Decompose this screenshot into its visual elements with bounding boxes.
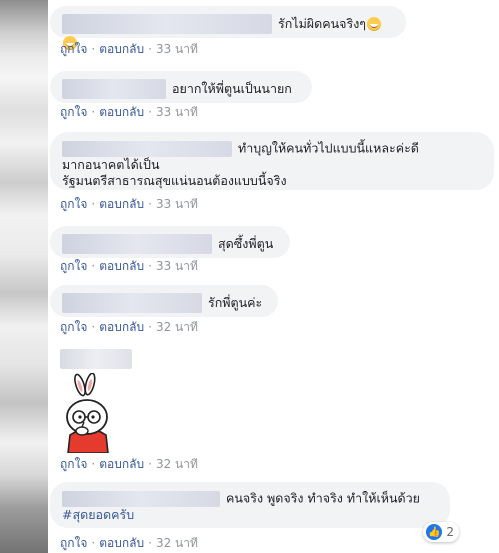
timestamp[interactable]: 33 นาที <box>156 259 198 273</box>
reply-link[interactable]: ตอบกลับ <box>99 42 144 56</box>
thumbs-up-icon: 👍 <box>426 524 443 540</box>
reply-link[interactable]: ตอบกลับ <box>99 320 144 334</box>
comment-text: รักพี่ตูนค่ะ <box>208 295 263 310</box>
cartoon-sticker[interactable] <box>60 373 116 453</box>
comment-bubble: ทำบุญให้คนทั่วไปแบบนี้แหละค่ะดี มากอนาคต… <box>50 132 494 190</box>
timestamp[interactable]: 33 นาที <box>156 197 198 211</box>
author-name[interactable] <box>60 349 132 369</box>
comment-actions: ถูกใจ · ตอบกลับ · 33 นาที <box>60 197 198 211</box>
comment-text: อยากให้พี่ตูนเป็นนายก <box>172 81 292 96</box>
hashtag-link[interactable]: #สุดยอดครับ <box>62 507 438 523</box>
separator: · <box>148 42 152 56</box>
comment-text: รัฐมนตรีสาธารณสุขแน่นอนต้องแบบนี้จริง <box>62 172 287 188</box>
separator: · <box>91 197 96 211</box>
comment-text: สุดซึ้งพี่ตูน <box>218 236 274 251</box>
separator: · <box>148 457 152 471</box>
separator: · <box>148 197 152 211</box>
like-link[interactable]: ถูกใจ <box>60 105 87 119</box>
comment-actions: ถูกใจ · ตอบกลับ · 33 นาที <box>60 42 198 56</box>
timestamp[interactable]: 32 นาที <box>156 457 198 471</box>
reply-link[interactable]: ตอบกลับ <box>99 105 144 119</box>
like-link[interactable]: ถูกใจ <box>60 320 87 334</box>
comment-bubble: รักไม่ผิดคนจริงๆ <box>50 6 406 50</box>
reaction-badge[interactable]: 👍 2 <box>423 522 459 542</box>
separator: · <box>148 536 152 550</box>
like-link[interactable]: ถูกใจ <box>60 259 87 273</box>
comment-actions: ถูกใจ · ตอบกลับ · 33 นาที <box>60 259 198 273</box>
comment-text: ทำบุญให้คนทั่วไปแบบนี้แหละค่ะดี <box>238 140 419 156</box>
comment-actions: ถูกใจ · ตอบกลับ · 32 นาที <box>60 320 198 334</box>
reply-link[interactable]: ตอบกลับ <box>99 457 144 471</box>
timestamp[interactable]: 33 นาที <box>156 105 198 119</box>
timestamp[interactable]: 32 นาที <box>156 536 198 550</box>
comment-text: คนจริง พูดจริง ทำจริง ทำให้เห็นด้วย <box>226 490 420 506</box>
reaction-count: 2 <box>446 525 454 539</box>
grin-emoji <box>367 17 382 31</box>
separator: · <box>91 320 96 334</box>
like-link[interactable]: ถูกใจ <box>60 197 87 211</box>
timestamp[interactable]: 33 นาที <box>156 42 198 56</box>
author-name[interactable] <box>62 234 212 254</box>
like-link[interactable]: ถูกใจ <box>60 42 87 56</box>
like-link[interactable]: ถูกใจ <box>60 457 87 471</box>
separator: · <box>91 105 96 119</box>
separator: · <box>91 536 96 550</box>
separator: · <box>91 259 96 273</box>
reply-link[interactable]: ตอบกลับ <box>99 536 144 550</box>
avatar-column <box>0 0 48 553</box>
comment-bubble: รักพี่ตูนค่ะ <box>50 285 278 317</box>
comment-actions: ถูกใจ · ตอบกลับ · 32 นาที <box>60 536 198 550</box>
reply-link[interactable]: ตอบกลับ <box>99 259 144 273</box>
author-name[interactable] <box>62 14 272 34</box>
author-name[interactable] <box>62 140 232 157</box>
comment-bubble: สุดซึ้งพี่ตูน <box>50 226 290 258</box>
separator: · <box>148 105 152 119</box>
timestamp[interactable]: 32 นาที <box>156 320 198 334</box>
separator: · <box>148 259 152 273</box>
comment-actions: ถูกใจ · ตอบกลับ · 33 นาที <box>60 105 198 119</box>
separator: · <box>91 457 96 471</box>
comment-text: รักไม่ผิดคนจริงๆ <box>278 16 367 31</box>
author-name[interactable] <box>62 490 220 507</box>
author-name[interactable] <box>62 293 202 313</box>
comment-bubble: อยากให้พี่ตูนเป็นนายก <box>50 71 312 103</box>
like-link[interactable]: ถูกใจ <box>60 536 87 550</box>
separator: · <box>148 320 152 334</box>
comment-bubble: คนจริง พูดจริง ทำจริง ทำให้เห็นด้วย #สุด… <box>50 482 450 528</box>
reply-link[interactable]: ตอบกลับ <box>99 197 144 211</box>
comment-actions: ถูกใจ · ตอบกลับ · 32 นาที <box>60 457 198 471</box>
author-name[interactable] <box>62 79 166 99</box>
comment-text: มากอนาคตได้เป็น <box>62 156 160 172</box>
separator: · <box>91 42 96 56</box>
